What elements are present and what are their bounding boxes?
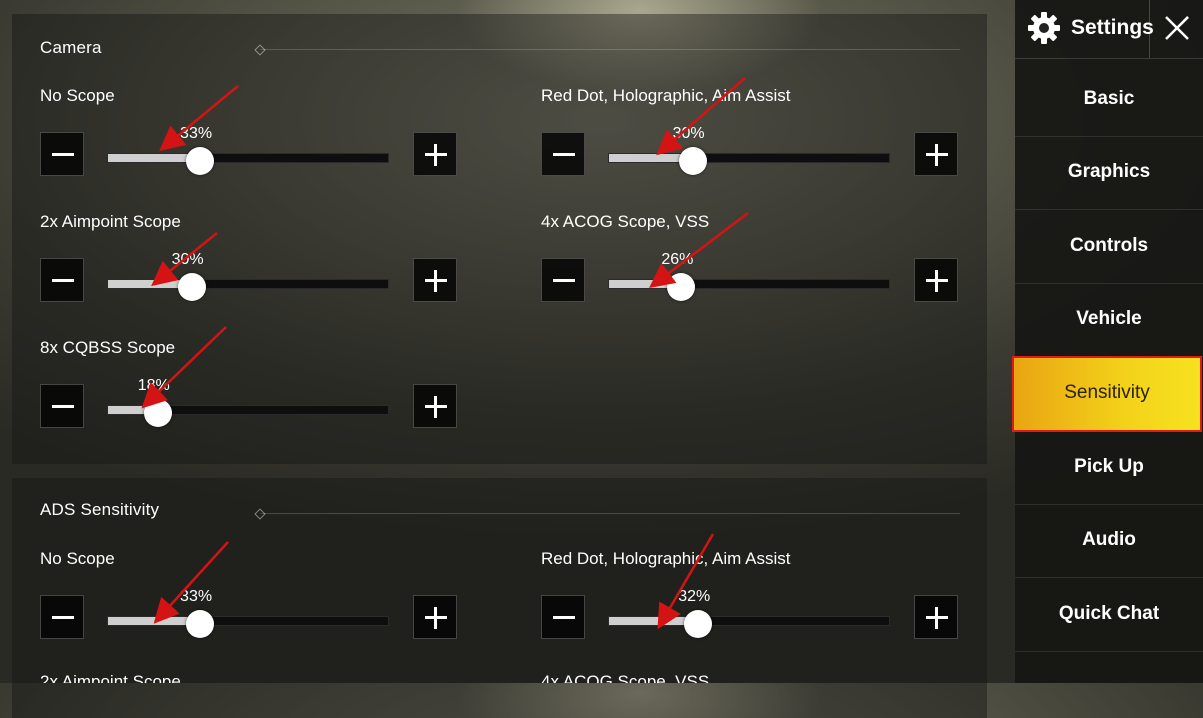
setting-label: 4x ACOG Scope, VSS	[541, 672, 710, 683]
slider-value: 26%	[661, 251, 694, 268]
sidebar-item-graphics[interactable]: Graphics	[1015, 137, 1203, 210]
sensitivity-slider-track[interactable]	[608, 279, 890, 289]
section-divider	[260, 513, 960, 514]
increase-button[interactable]	[914, 132, 958, 176]
section-title-camera: Camera	[40, 38, 102, 57]
setting-camera-red-dot: Red Dot, Holographic, Aim Assist 30%	[541, 86, 971, 201]
increase-button[interactable]	[413, 132, 457, 176]
section-divider-marker	[254, 44, 266, 56]
sidebar-item-audio[interactable]: Audio	[1015, 505, 1203, 578]
camera-panel: Camera No Scope 33% Red Dot, Holographic…	[12, 14, 987, 464]
decrease-button[interactable]	[40, 384, 84, 428]
sidebar-item-sensitivity[interactable]: Sensitivity	[1012, 356, 1202, 432]
increase-button[interactable]	[413, 384, 457, 428]
minus-icon	[52, 616, 74, 619]
setting-label: Red Dot, Holographic, Aim Assist	[541, 86, 791, 105]
plus-icon	[434, 144, 437, 166]
sidebar-item-pick-up[interactable]: Pick Up	[1015, 432, 1203, 505]
sidebar-item-basic[interactable]: Basic	[1015, 64, 1203, 137]
setting-camera-8x-cqbss: 8x CQBSS Scope 18%	[40, 338, 470, 453]
slider-value: 33%	[180, 125, 213, 142]
slider-knob[interactable]	[186, 147, 215, 175]
sidebar-item-controls[interactable]: Controls	[1015, 211, 1203, 284]
minus-icon	[553, 153, 575, 156]
minus-icon	[52, 279, 74, 282]
sidebar-header: Settings	[1015, 0, 1203, 59]
sidebar-item-label: Sensitivity	[1064, 382, 1150, 403]
minus-icon	[52, 405, 74, 408]
slider-knob[interactable]	[684, 610, 713, 638]
setting-label: 4x ACOG Scope, VSS	[541, 212, 710, 231]
decrease-button[interactable]	[541, 595, 585, 639]
increase-button[interactable]	[914, 595, 958, 639]
section-divider-marker	[254, 508, 266, 520]
sidebar-item-label: Quick Chat	[1058, 603, 1160, 624]
plus-icon	[434, 396, 437, 418]
setting-camera-2x-aimpoint: 2x Aimpoint Scope 30%	[40, 212, 470, 327]
setting-ads-2x-aimpoint: 2x Aimpoint Scope	[40, 672, 470, 683]
minus-icon	[52, 153, 74, 156]
slider-value: 30%	[672, 125, 705, 142]
decrease-button[interactable]	[40, 132, 84, 176]
setting-label: Red Dot, Holographic, Aim Assist	[541, 549, 791, 568]
sidebar-title: Settings	[1071, 16, 1154, 39]
decrease-button[interactable]	[541, 132, 585, 176]
sidebar-item-label: Graphics	[1067, 161, 1151, 182]
setting-camera-no-scope: No Scope 33%	[40, 86, 470, 201]
gear-icon	[1028, 12, 1060, 44]
setting-label: 2x Aimpoint Scope	[40, 212, 181, 231]
slider-value: 30%	[171, 251, 204, 268]
decrease-button[interactable]	[40, 595, 84, 639]
slider-knob[interactable]	[186, 610, 215, 638]
plus-icon	[935, 607, 938, 629]
plus-icon	[935, 270, 938, 292]
section-title-ads: ADS Sensitivity	[40, 500, 160, 519]
sidebar-item-label: Basic	[1083, 88, 1135, 109]
slider-value: 33%	[180, 588, 213, 605]
slider-knob[interactable]	[177, 273, 206, 301]
sensitivity-slider-track[interactable]	[107, 153, 389, 163]
sidebar-item-quick-chat[interactable]: Quick Chat	[1015, 579, 1203, 652]
sensitivity-slider-track[interactable]	[107, 616, 389, 626]
close-icon	[1165, 16, 1189, 40]
increase-button[interactable]	[413, 258, 457, 302]
minus-icon	[553, 279, 575, 282]
sidebar-item-label: Pick Up	[1074, 456, 1144, 477]
increase-button[interactable]	[914, 258, 958, 302]
sidebar-item-label: Audio	[1082, 529, 1136, 550]
slider-knob[interactable]	[667, 273, 696, 301]
plus-icon	[434, 270, 437, 292]
setting-ads-4x-acog: 4x ACOG Scope, VSS	[541, 672, 971, 683]
sensitivity-slider-track[interactable]	[107, 279, 389, 289]
slider-knob[interactable]	[143, 399, 172, 427]
setting-label: No Scope	[40, 86, 115, 105]
setting-label: 8x CQBSS Scope	[40, 338, 176, 357]
slider-value: 32%	[678, 588, 711, 605]
decrease-button[interactable]	[40, 258, 84, 302]
setting-label: No Scope	[40, 549, 115, 568]
settings-sidebar: Settings Basic Graphics Controls Vehicle…	[1012, 0, 1203, 683]
slider-knob[interactable]	[678, 147, 707, 175]
setting-label: 2x Aimpoint Scope	[40, 672, 181, 683]
sidebar-item-label: Controls	[1069, 235, 1149, 256]
setting-ads-no-scope: No Scope 33%	[40, 549, 470, 664]
plus-icon	[434, 607, 437, 629]
sensitivity-slider-track[interactable]	[608, 153, 890, 163]
plus-icon	[935, 144, 938, 166]
sidebar-item-label: Vehicle	[1076, 308, 1142, 329]
ads-sensitivity-panel: ADS Sensitivity No Scope 33% Red Dot, Ho…	[12, 478, 987, 718]
close-button[interactable]	[1149, 0, 1203, 58]
minus-icon	[553, 616, 575, 619]
setting-ads-red-dot: Red Dot, Holographic, Aim Assist 32%	[541, 549, 971, 664]
increase-button[interactable]	[413, 595, 457, 639]
slider-value: 18%	[137, 377, 170, 394]
sidebar-item-vehicle[interactable]: Vehicle	[1015, 284, 1203, 357]
decrease-button[interactable]	[541, 258, 585, 302]
sensitivity-slider-track[interactable]	[608, 616, 890, 626]
section-divider	[260, 49, 960, 50]
setting-camera-4x-acog: 4x ACOG Scope, VSS 26%	[541, 212, 971, 327]
